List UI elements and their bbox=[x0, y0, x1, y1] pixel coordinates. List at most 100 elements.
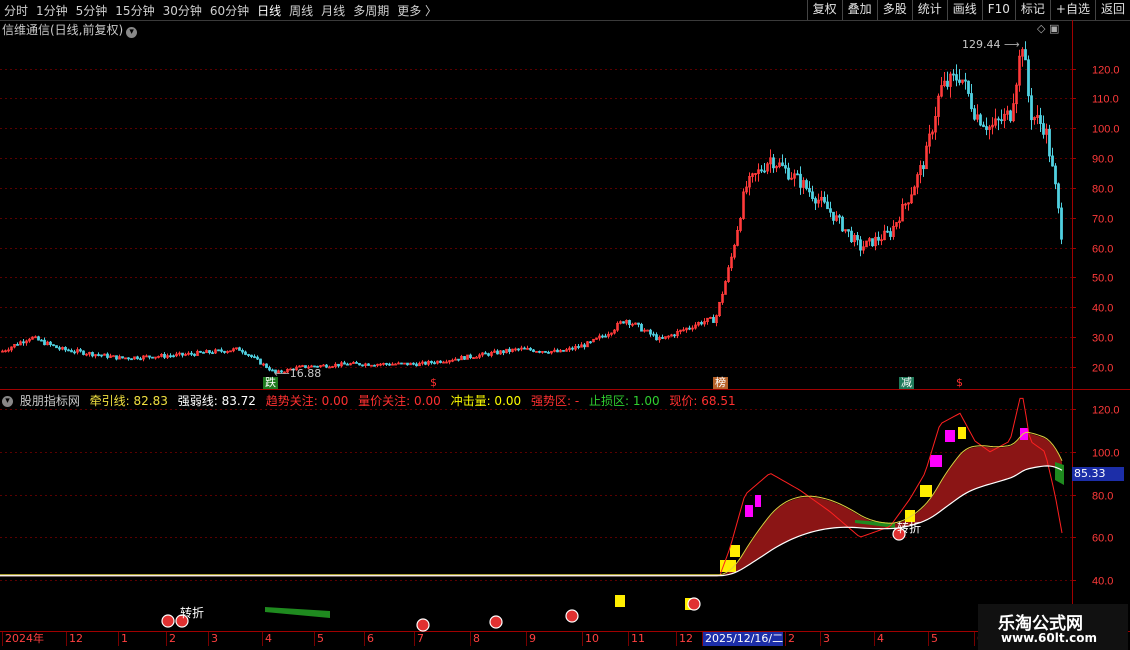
y-tick-label: 110.0 bbox=[1092, 94, 1119, 106]
candle-body bbox=[463, 356, 466, 360]
candle-body bbox=[964, 79, 967, 82]
panel-icons[interactable]: ◇ ▣ bbox=[1037, 22, 1059, 35]
time-axis-label: 1 bbox=[118, 632, 128, 646]
candle-body bbox=[583, 344, 586, 348]
time-axis-label: 5 bbox=[314, 632, 324, 646]
chevron-down-icon[interactable]: ▾ bbox=[2, 396, 13, 407]
candle-body bbox=[805, 180, 808, 189]
time-axis-label: 3 bbox=[820, 632, 830, 646]
stop-zone-fill bbox=[265, 607, 330, 618]
impact-bar bbox=[930, 455, 942, 467]
diamond-icon[interactable]: ◇ bbox=[1037, 22, 1045, 35]
candle-body bbox=[997, 118, 1000, 121]
candle-body bbox=[250, 354, 253, 358]
impact-bar bbox=[1020, 428, 1028, 440]
y-tick-label: 40.0 bbox=[1092, 576, 1113, 588]
candle-body bbox=[508, 348, 511, 352]
candle-body bbox=[760, 169, 763, 172]
price-line bbox=[0, 397, 1063, 577]
candle-body bbox=[562, 349, 565, 352]
y-tick-label: 20.0 bbox=[1092, 363, 1113, 375]
impact-bar bbox=[945, 430, 955, 442]
candle-body bbox=[850, 230, 853, 243]
candle-body bbox=[208, 350, 211, 354]
indicator-value-strong-zone: 强势区: - bbox=[530, 394, 580, 408]
candle-body bbox=[361, 364, 364, 367]
candle-body bbox=[91, 352, 94, 357]
stop-zone-fill bbox=[1055, 462, 1064, 485]
candle-body bbox=[358, 362, 361, 366]
time-axis-label: 5 bbox=[928, 632, 938, 646]
candle-body bbox=[151, 356, 154, 359]
candle-body bbox=[37, 336, 40, 341]
candle-body bbox=[784, 165, 787, 169]
candle-body bbox=[337, 363, 340, 367]
y-tick-label: 90.0 bbox=[1092, 154, 1113, 166]
time-axis-label: 12 bbox=[66, 632, 83, 646]
candle-body bbox=[484, 352, 487, 355]
candle-body bbox=[982, 124, 985, 127]
candle-body bbox=[415, 363, 418, 367]
y-tick-label: 70.0 bbox=[1092, 214, 1113, 226]
candle-body bbox=[343, 362, 346, 365]
indicator-value-strength: 强弱线: 83.72 bbox=[177, 394, 256, 408]
candle-body bbox=[1051, 155, 1054, 167]
candle-body bbox=[100, 354, 103, 357]
y-tick-label: 120.0 bbox=[1092, 405, 1120, 417]
candle-body bbox=[547, 351, 550, 354]
indicator-name[interactable]: 股朋指标网 bbox=[20, 394, 80, 408]
candle-body bbox=[136, 356, 139, 360]
time-axis-label: 9 bbox=[526, 632, 536, 646]
candle-body bbox=[373, 364, 376, 367]
candle-body bbox=[622, 321, 625, 324]
candle-body bbox=[652, 333, 655, 336]
candle-body bbox=[253, 356, 256, 359]
candle-body bbox=[556, 349, 559, 353]
candle-body bbox=[856, 235, 859, 241]
low-price-label: ⟵16.88 bbox=[274, 367, 322, 380]
candle-body bbox=[325, 364, 328, 368]
candle-body bbox=[1057, 183, 1060, 209]
impact-bar bbox=[615, 595, 625, 607]
high-price-label: 129.44 ⟶ bbox=[962, 38, 1020, 51]
candle-body bbox=[871, 238, 874, 247]
candle-body bbox=[433, 362, 436, 365]
signal-dollar-2: $ bbox=[956, 376, 963, 389]
candle-body bbox=[58, 347, 61, 350]
candle-body bbox=[16, 343, 19, 346]
turn-marker-icon bbox=[161, 614, 175, 628]
candle-body bbox=[877, 236, 880, 241]
candle-body bbox=[40, 339, 43, 342]
y-tick-label: 80.0 bbox=[1092, 491, 1113, 503]
candle-body bbox=[496, 350, 499, 355]
candle-body bbox=[922, 165, 925, 170]
candle-body bbox=[265, 363, 268, 368]
candle-body bbox=[247, 354, 250, 356]
signal-bang: 榜 bbox=[713, 376, 728, 389]
candle-body bbox=[388, 363, 391, 366]
candle-body bbox=[832, 211, 835, 221]
candle-body bbox=[811, 191, 814, 199]
grid-lines bbox=[0, 69, 1130, 632]
candle-body bbox=[601, 335, 604, 338]
candle-body bbox=[946, 80, 949, 87]
candle-body bbox=[577, 346, 580, 348]
candle-body bbox=[406, 362, 409, 366]
chevron-down-icon[interactable]: ▾ bbox=[126, 27, 138, 38]
time-axis-label: 4 bbox=[262, 632, 272, 646]
indicator-value-impact: 冲击量: 0.00 bbox=[450, 394, 522, 408]
candle-body bbox=[346, 363, 349, 366]
candle-body bbox=[43, 339, 46, 346]
candle-body bbox=[763, 170, 766, 173]
candle-body bbox=[640, 323, 643, 332]
main-panel-title[interactable]: 信维通信(日线,前复权) ▾ bbox=[2, 21, 138, 38]
time-axis-label: 6 bbox=[364, 632, 374, 646]
window-icon[interactable]: ▣ bbox=[1049, 22, 1059, 35]
time-axis-label: 8 bbox=[470, 632, 480, 646]
chart-canvas[interactable]: 120.0110.0100.090.080.070.060.050.040.03… bbox=[0, 0, 1130, 650]
candle-body bbox=[73, 351, 76, 354]
candle-body bbox=[97, 354, 100, 356]
candle-body bbox=[148, 355, 151, 358]
candle-body bbox=[970, 93, 973, 110]
impact-bar bbox=[745, 505, 753, 517]
